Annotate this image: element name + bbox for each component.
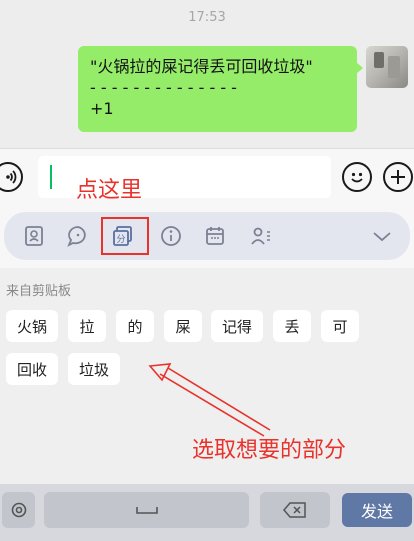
word-chip[interactable]: 的 xyxy=(116,310,154,342)
keyboard-bottom-row: 发送 xyxy=(0,484,414,541)
more-button[interactable] xyxy=(383,162,413,192)
plus-icon xyxy=(391,170,405,184)
space-key[interactable] xyxy=(44,492,249,528)
word-chip[interactable]: 记得 xyxy=(211,310,263,342)
person-list-icon[interactable] xyxy=(249,224,273,248)
keyboard-settings-key[interactable] xyxy=(2,492,35,528)
contact-card-icon[interactable] xyxy=(22,224,46,248)
message-line-3: +1 xyxy=(90,99,114,118)
word-chip[interactable]: 垃圾 xyxy=(68,353,120,385)
space-icon xyxy=(135,507,158,514)
suggestion-toolbar-area: 分 xyxy=(0,206,414,268)
message-timestamp: 17:53 xyxy=(188,10,226,25)
word-chip[interactable]: 屎 xyxy=(164,310,202,342)
collapse-triangle-icon[interactable] xyxy=(370,224,394,248)
avatar-shape xyxy=(388,56,400,78)
word-chip[interactable]: 丢 xyxy=(273,310,311,342)
avatar[interactable] xyxy=(366,46,408,88)
message-bubble[interactable]: "火锅拉的屎记得丢可回收垃圾" - - - - - - - - - - - - … xyxy=(78,46,363,132)
emoji-button[interactable] xyxy=(342,162,372,192)
word-chip[interactable]: 火锅 xyxy=(6,310,58,342)
chat-area: 17:53 "火锅拉的屎记得丢可回收垃圾" - - - - - - - - - … xyxy=(0,0,414,148)
clipboard-title: 来自剪贴板 xyxy=(6,284,72,299)
info-icon[interactable] xyxy=(159,224,183,248)
calendar-icon[interactable] xyxy=(203,224,227,248)
message-line-2: - - - - - - - - - - - - - - xyxy=(90,78,237,97)
voice-button[interactable] xyxy=(0,162,23,192)
smiley-icon xyxy=(351,172,363,183)
word-chip[interactable]: 可 xyxy=(321,310,359,342)
annotation-click-here: 点这里 xyxy=(76,178,143,203)
word-chip[interactable]: 拉 xyxy=(68,310,106,342)
word-chip[interactable]: 回收 xyxy=(6,353,58,385)
input-bar xyxy=(0,148,414,206)
delete-key[interactable] xyxy=(260,492,330,528)
text-caret xyxy=(50,165,52,189)
backspace-icon xyxy=(283,502,306,518)
message-line-1: "火锅拉的屎记得丢可回收垃圾" xyxy=(90,57,313,76)
chat-bubble-icon[interactable] xyxy=(66,224,90,248)
annotation-pick-parts: 选取想要的部分 xyxy=(192,438,347,463)
voice-icon xyxy=(6,170,17,184)
highlight-box xyxy=(101,217,149,255)
avatar-shape xyxy=(374,52,384,68)
suggestion-toolbar: 分 xyxy=(4,212,410,260)
gear-icon xyxy=(11,502,26,518)
send-button[interactable]: 发送 xyxy=(342,493,412,527)
